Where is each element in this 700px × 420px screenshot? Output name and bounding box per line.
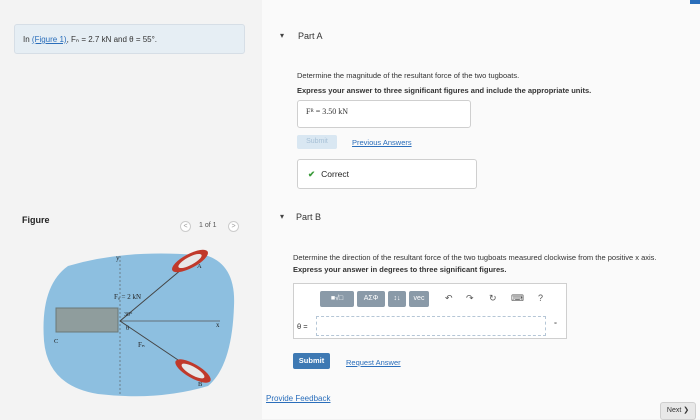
correct-feedback-box: ✔ Correct — [297, 159, 477, 189]
greek-letters-button[interactable]: AΣΦ — [357, 291, 385, 307]
keyboard-icon[interactable]: ⌨ — [511, 293, 524, 304]
point-a-label: A — [197, 263, 202, 270]
part-a-answer-label: Fᴿ = — [306, 107, 321, 116]
part-a-submit-button[interactable]: Submit — [297, 135, 337, 149]
request-answer-link[interactable]: Request Answer — [346, 358, 401, 367]
sqrt-template-button[interactable]: ■√□ — [320, 291, 354, 307]
part-b-submit-button[interactable]: Submit — [293, 353, 330, 369]
redo-icon[interactable]: ↷ — [466, 293, 474, 304]
part-a-question: Determine the magnitude of the resultant… — [297, 71, 520, 80]
problem-prefix: In — [23, 35, 32, 44]
problem-text: , Fₙ = 2.7 kN and θ = 55°. — [66, 35, 158, 44]
fa-label: Fₐ = 2 kN — [114, 293, 141, 301]
reset-icon[interactable]: ↻ — [489, 293, 497, 304]
problem-statement: In (Figure 1), Fₙ = 2.7 kN and θ = 55°. — [14, 24, 245, 54]
figure-diagram: Fₐ = 2 kN 30° θ Fₙ x y A B C — [43, 249, 235, 397]
part-b-answer-input[interactable] — [316, 316, 546, 336]
angle30-label: 30° — [124, 311, 133, 318]
part-a-answer-box: Fᴿ = 3.50 kN — [297, 100, 471, 128]
arrows-button[interactable]: ↕↓ — [388, 291, 406, 307]
figure-next-button[interactable]: > — [228, 221, 239, 232]
part-a-title[interactable]: Part A — [298, 31, 323, 41]
theta-label: θ — [126, 325, 129, 332]
help-icon[interactable]: ? — [538, 293, 543, 303]
part-b-instruction: Express your answer in degrees to three … — [293, 265, 507, 274]
vec-button[interactable]: vec — [409, 291, 429, 307]
fb-label: Fₙ — [138, 341, 145, 349]
next-button[interactable]: Next ❯ — [660, 402, 696, 420]
previous-answers-link[interactable]: Previous Answers — [352, 138, 412, 147]
barge-rect — [55, 307, 119, 333]
y-axis-label: y — [116, 254, 120, 262]
part-b-answer-label: θ = — [297, 322, 308, 331]
point-b-label: B — [198, 381, 203, 388]
figure-pager: 1 of 1 — [199, 222, 217, 229]
undo-icon[interactable]: ↶ — [445, 293, 453, 304]
point-c-label: C — [54, 338, 58, 345]
part-a-answer-value: 3.50 kN — [322, 107, 349, 116]
part-b-question: Determine the direction of the resultant… — [293, 253, 657, 262]
part-b-title[interactable]: Part B — [296, 212, 321, 222]
part-a-instruction: Express your answer to three significant… — [297, 86, 592, 95]
part-a-toggle[interactable]: ▾ — [280, 31, 284, 40]
x-axis-label: x — [216, 321, 220, 329]
part-b-answer-unit: ° — [554, 320, 557, 329]
provide-feedback-link[interactable]: Provide Feedback — [266, 394, 330, 403]
scroll-indicator — [690, 0, 700, 4]
figure-prev-button[interactable]: < — [180, 221, 191, 232]
figure-link[interactable]: (Figure 1) — [32, 35, 67, 44]
correct-text: Correct — [321, 169, 349, 179]
check-icon: ✔ — [308, 169, 316, 179]
part-b-toggle[interactable]: ▾ — [280, 212, 284, 221]
figure-label: Figure — [22, 215, 50, 225]
